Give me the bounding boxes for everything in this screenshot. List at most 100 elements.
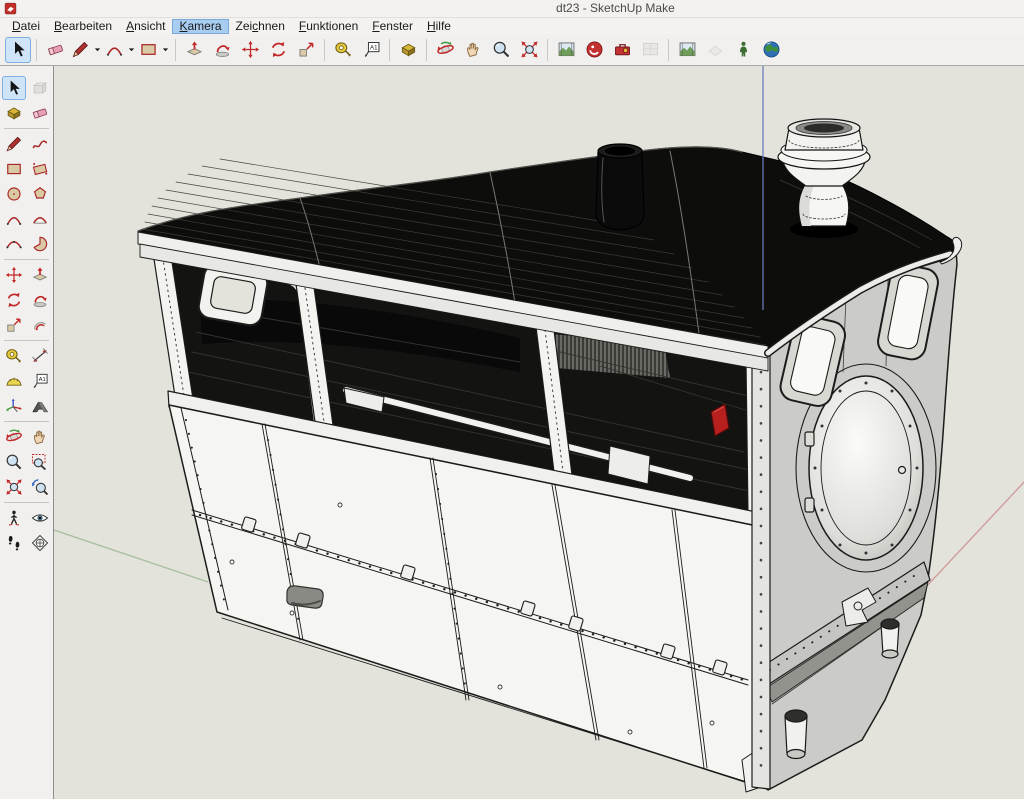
palette-row	[0, 132, 53, 156]
arc-tool-button[interactable]	[104, 37, 136, 63]
walk-tool-button[interactable]	[2, 531, 26, 555]
two-point-arc-tool-button[interactable]	[28, 207, 52, 231]
palette-row	[0, 450, 53, 474]
paint-bucket-tool-button[interactable]	[395, 37, 421, 63]
rectangle-tool-button[interactable]	[2, 157, 26, 181]
model-viewport[interactable]	[54, 66, 1024, 799]
get-models-3d-warehouse-button[interactable]	[581, 37, 607, 63]
arc-tool-icon	[4, 209, 24, 229]
menu-label-key: H	[427, 19, 436, 33]
make-component-tool-button[interactable]	[28, 76, 52, 100]
look-around-tool-button[interactable]	[28, 506, 52, 530]
dropdown-caret-icon	[161, 45, 170, 54]
dimension-tool-button[interactable]	[28, 344, 52, 368]
send-to-layout-button[interactable]	[637, 37, 663, 63]
red-axis-line	[924, 480, 1024, 589]
follow-me-tool-icon	[212, 39, 233, 60]
menu-item-funktionen[interactable]: Funktionen	[292, 19, 365, 34]
circle-tool-button[interactable]	[2, 182, 26, 206]
pie-tool-button[interactable]	[28, 232, 52, 256]
move-tool-button[interactable]	[237, 37, 263, 63]
orbit-tool-button[interactable]	[432, 37, 458, 63]
3d-text-tool-button[interactable]	[28, 394, 52, 418]
polygon-tool-button[interactable]	[28, 182, 52, 206]
follow-me-tool-button[interactable]	[209, 37, 235, 63]
tape-measure-tool-button[interactable]	[2, 344, 26, 368]
zoom-extents-tool-button[interactable]	[2, 475, 26, 499]
text-tool-button[interactable]	[28, 369, 52, 393]
rectangle-tool-icon	[4, 159, 24, 179]
palette-row	[0, 232, 53, 256]
zoom-previous-tool-button[interactable]	[28, 475, 52, 499]
zoom-window-tool-icon	[30, 452, 50, 472]
three-point-arc-tool-button[interactable]	[2, 232, 26, 256]
look-around-tool-icon	[30, 508, 50, 528]
zoom-tool-icon	[491, 39, 512, 60]
drawing-canvas[interactable]	[54, 66, 1024, 799]
menu-item-ansicht[interactable]: Ansicht	[119, 19, 172, 34]
chimney	[596, 144, 644, 230]
zoom-extents-tool-button[interactable]	[516, 37, 542, 63]
extension-button-button[interactable]	[702, 37, 728, 63]
share-model-button[interactable]	[609, 37, 635, 63]
paint-bucket-tool-button[interactable]	[2, 101, 26, 125]
orbit-tool-button[interactable]	[2, 425, 26, 449]
eraser-tool-button[interactable]	[28, 101, 52, 125]
line-tool-button[interactable]	[70, 37, 102, 63]
sketchup-app-icon	[4, 2, 17, 15]
push-pull-tool-button[interactable]	[181, 37, 207, 63]
rotate-tool-button[interactable]	[2, 288, 26, 312]
scale-tool-icon	[4, 315, 24, 335]
push-pull-tool-button[interactable]	[28, 263, 52, 287]
toolbar-separator	[426, 39, 427, 61]
menu-item-hilfe[interactable]: Hilfe	[420, 19, 458, 34]
pan-tool-button[interactable]	[460, 37, 486, 63]
menu-item-kamera[interactable]: Kamera	[172, 19, 228, 34]
add-location-button[interactable]	[553, 37, 579, 63]
share-model-icon	[612, 39, 633, 60]
component-person-button[interactable]	[730, 37, 756, 63]
line-tool-button[interactable]	[2, 132, 26, 156]
menu-item-fenster[interactable]: Fenster	[365, 19, 420, 34]
tape-measure-tool-button[interactable]	[330, 37, 356, 63]
zoom-tool-button[interactable]	[488, 37, 514, 63]
menu-item-bearbeiten[interactable]: Bearbeiten	[47, 19, 119, 34]
zoom-window-tool-button[interactable]	[28, 450, 52, 474]
menu-item-zeichnen[interactable]: Zeichnen	[229, 19, 292, 34]
position-camera-tool-button[interactable]	[2, 506, 26, 530]
photo-textures-button[interactable]	[674, 37, 700, 63]
3d-text-tool-icon	[30, 396, 50, 416]
select-tool-button[interactable]	[5, 37, 31, 63]
rotate-tool-button[interactable]	[265, 37, 291, 63]
palette-separator	[4, 340, 49, 341]
protractor-tool-button[interactable]	[2, 369, 26, 393]
scale-tool-button[interactable]	[293, 37, 319, 63]
section-plane-tool-button[interactable]	[28, 531, 52, 555]
pan-tool-button[interactable]	[28, 425, 52, 449]
zoom-tool-button[interactable]	[2, 450, 26, 474]
eraser-tool-button[interactable]	[42, 37, 68, 63]
palette-row	[0, 425, 53, 449]
scale-tool-button[interactable]	[2, 313, 26, 337]
push-pull-tool-icon	[184, 39, 205, 60]
rotated-rectangle-tool-button[interactable]	[28, 157, 52, 181]
pan-tool-icon	[463, 39, 484, 60]
select-tool-button[interactable]	[2, 76, 26, 100]
offset-tool-button[interactable]	[28, 313, 52, 337]
arc-tool-button[interactable]	[2, 207, 26, 231]
locomotive-model[interactable]	[138, 119, 962, 792]
axes-tool-button[interactable]	[2, 394, 26, 418]
palette-row	[0, 207, 53, 231]
dropdown-caret-icon	[93, 45, 102, 54]
freehand-tool-button[interactable]	[28, 132, 52, 156]
titlebar: dt23 - SketchUp Make	[0, 0, 1024, 18]
pan-tool-icon	[30, 427, 50, 447]
menu-item-datei[interactable]: Datei	[5, 19, 47, 34]
follow-me-tool-button[interactable]	[28, 288, 52, 312]
rectangle-tool-button[interactable]	[138, 37, 170, 63]
circle-tool-icon	[4, 184, 24, 204]
move-tool-button[interactable]	[2, 263, 26, 287]
tool-palette	[0, 66, 54, 799]
text-tool-button[interactable]	[358, 37, 384, 63]
preview-in-google-earth-button[interactable]	[758, 37, 784, 63]
